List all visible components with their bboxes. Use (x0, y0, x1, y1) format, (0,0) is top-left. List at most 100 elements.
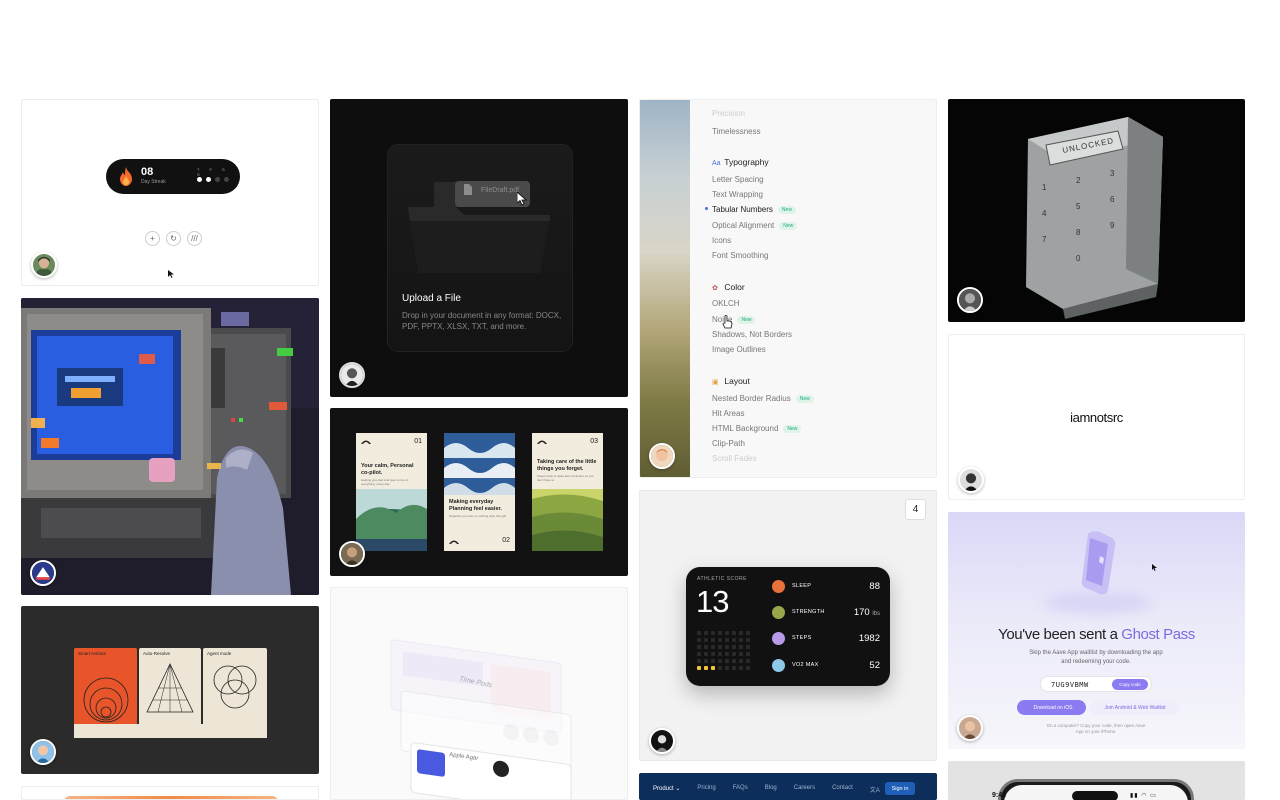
nav-product[interactable]: Product ⌄ (653, 785, 680, 794)
ghost-pass-card[interactable]: You've been sent a Ghost Pass Skip the A… (948, 512, 1245, 749)
menu-item[interactable]: Noise New (712, 315, 756, 324)
key[interactable]: 3 (1110, 169, 1114, 178)
menu-item-label: Tabular Numbers (712, 205, 773, 214)
nav-contact[interactable]: Contact (832, 785, 853, 794)
menu-item[interactable]: Optical Alignment New (712, 221, 798, 230)
metric-value: 170 lbs (854, 607, 880, 618)
flame-icon (120, 167, 132, 186)
avatar[interactable] (957, 715, 983, 741)
avatar[interactable] (649, 728, 675, 754)
metric-unit: lbs (872, 611, 880, 617)
avatar-photo-icon (651, 730, 673, 752)
translate-icon[interactable]: 文A (870, 785, 880, 794)
menu-item[interactable]: Shadows, Not Borders (712, 330, 792, 339)
avatar[interactable] (958, 467, 984, 493)
menu-item[interactable]: Scroll Fades (712, 454, 756, 463)
key[interactable]: 1 (1042, 183, 1046, 192)
grid-dot (746, 666, 750, 670)
grid-dot (746, 631, 750, 635)
wireframe-card[interactable]: Time Pods Apple Agar (330, 587, 628, 800)
pattern-button[interactable]: /// (187, 231, 202, 246)
grid-dot (739, 631, 743, 635)
menu-list-card[interactable]: Precision Timelessness Aa Typography Let… (639, 99, 937, 478)
print-card[interactable]: 03 Taking care of the little things you … (532, 433, 603, 551)
upload-card[interactable]: FileDraft.pdf Upload a File Drop in your… (330, 99, 628, 397)
avatar[interactable] (649, 443, 675, 469)
retro-computer-card[interactable] (21, 298, 319, 595)
menu-item[interactable]: Image Outlines (712, 345, 766, 354)
navbar-card[interactable]: Product ⌄ Pricing FAQs Blog Careers Cont… (639, 773, 937, 800)
panel-label: Smart Actions (78, 651, 106, 656)
wireframe-illustration (390, 639, 572, 799)
avatar[interactable] (31, 252, 57, 278)
title-prefix: You've been sent a (998, 626, 1122, 643)
grid-dot (739, 666, 743, 670)
key[interactable]: 6 (1110, 195, 1114, 204)
button-label: Download on iOS (1033, 704, 1073, 711)
ghost-title: You've been sent a Ghost Pass (948, 626, 1245, 643)
join-waitlist-button[interactable]: Join Android & Web Waitlist (1090, 700, 1180, 715)
avatar[interactable] (30, 739, 56, 765)
key[interactable]: 4 (1042, 209, 1046, 218)
grid-dot (732, 631, 736, 635)
retro-computer-illustration (21, 298, 319, 595)
print-card[interactable]: Making everyday Planning feel easier. Or… (444, 433, 515, 551)
menu-item[interactable]: Hit Areas (712, 409, 744, 418)
avatar[interactable] (339, 541, 365, 567)
unlocked-device-card[interactable]: UNLOCKED 1 2 3 4 5 6 7 8 9 0 (948, 99, 1245, 322)
metric-value: 52 (869, 660, 880, 671)
menu-item[interactable]: Text Wrapping (712, 190, 763, 199)
grid-dot (704, 666, 708, 670)
prints-card[interactable]: 01 Your calm, Personal co-pilot. Helping… (330, 408, 628, 576)
menu-item[interactable]: Clip-Path (712, 439, 745, 448)
sign-in-button[interactable]: Sign in (885, 782, 915, 795)
avatar[interactable] (30, 560, 56, 586)
triangle-icon (146, 663, 194, 713)
streak-card[interactable]: 08 Day Streak T F S S + ↻ /// (21, 99, 319, 286)
avatar-photo-icon (341, 543, 363, 565)
key[interactable]: 7 (1042, 235, 1046, 244)
metric-number: 170 (853, 607, 870, 618)
menu-item-active[interactable]: Tabular Numbers New (705, 205, 796, 214)
grid-dot (718, 631, 722, 635)
menu-item[interactable]: OKLCH (712, 299, 740, 308)
grid-dot (725, 659, 729, 663)
menu-item[interactable]: Letter Spacing (712, 175, 764, 184)
menu-item[interactable]: Nested Border Radius New (712, 394, 814, 403)
key[interactable]: 8 (1076, 228, 1080, 237)
avatar[interactable] (957, 287, 983, 313)
code-field[interactable]: 7UG9VBMW Copy code (1040, 676, 1152, 692)
print-subtitle: Helping you plan and stay on top of ever… (361, 478, 409, 486)
orange-card[interactable] (21, 786, 319, 800)
nav-blog[interactable]: Blog (765, 785, 777, 794)
shapes-card[interactable]: Smart Actions Auto-Resolve Agent mode (21, 606, 319, 774)
iamnotsrc-card[interactable]: iamnotsrc (948, 334, 1245, 500)
key[interactable]: 9 (1110, 221, 1114, 230)
menu-item[interactable]: Icons (712, 236, 731, 245)
grid-dot (732, 666, 736, 670)
add-button[interactable]: + (145, 231, 160, 246)
status-icons: ▮▮ ◠ ▭ (1130, 793, 1157, 799)
athletic-score-card[interactable]: 4 ATHLETIC SCORE 13 SLEEP 88 STRENGTH 17… (639, 490, 937, 761)
key[interactable]: 2 (1076, 176, 1080, 185)
grid-dot (697, 652, 701, 656)
section-heading: Layout (724, 376, 750, 386)
key[interactable]: 0 (1076, 254, 1080, 263)
document-icon (464, 184, 472, 195)
key[interactable]: 5 (1076, 202, 1080, 211)
menu-item[interactable]: HTML Background New (712, 424, 802, 433)
menu-item[interactable]: Font Smoothing (712, 251, 768, 260)
phone-card[interactable]: 9:41 ▮▮ ◠ ▭ (948, 761, 1245, 800)
print-card[interactable]: 01 Your calm, Personal co-pilot. Helping… (356, 433, 427, 551)
download-ios-button[interactable]: Download on iOS (1017, 700, 1086, 715)
section-color: ✿ Color (712, 282, 745, 292)
nav-pricing[interactable]: Pricing (697, 785, 715, 794)
refresh-button[interactable]: ↻ (166, 231, 181, 246)
avatar[interactable] (339, 362, 365, 388)
active-dot-icon (705, 207, 708, 210)
copy-code-button[interactable]: Copy code (1112, 679, 1148, 690)
heart-icon (772, 659, 785, 672)
menu-item[interactable]: Timelessness (712, 127, 761, 136)
nav-faqs[interactable]: FAQs (733, 785, 748, 794)
nav-careers[interactable]: Careers (794, 785, 815, 794)
